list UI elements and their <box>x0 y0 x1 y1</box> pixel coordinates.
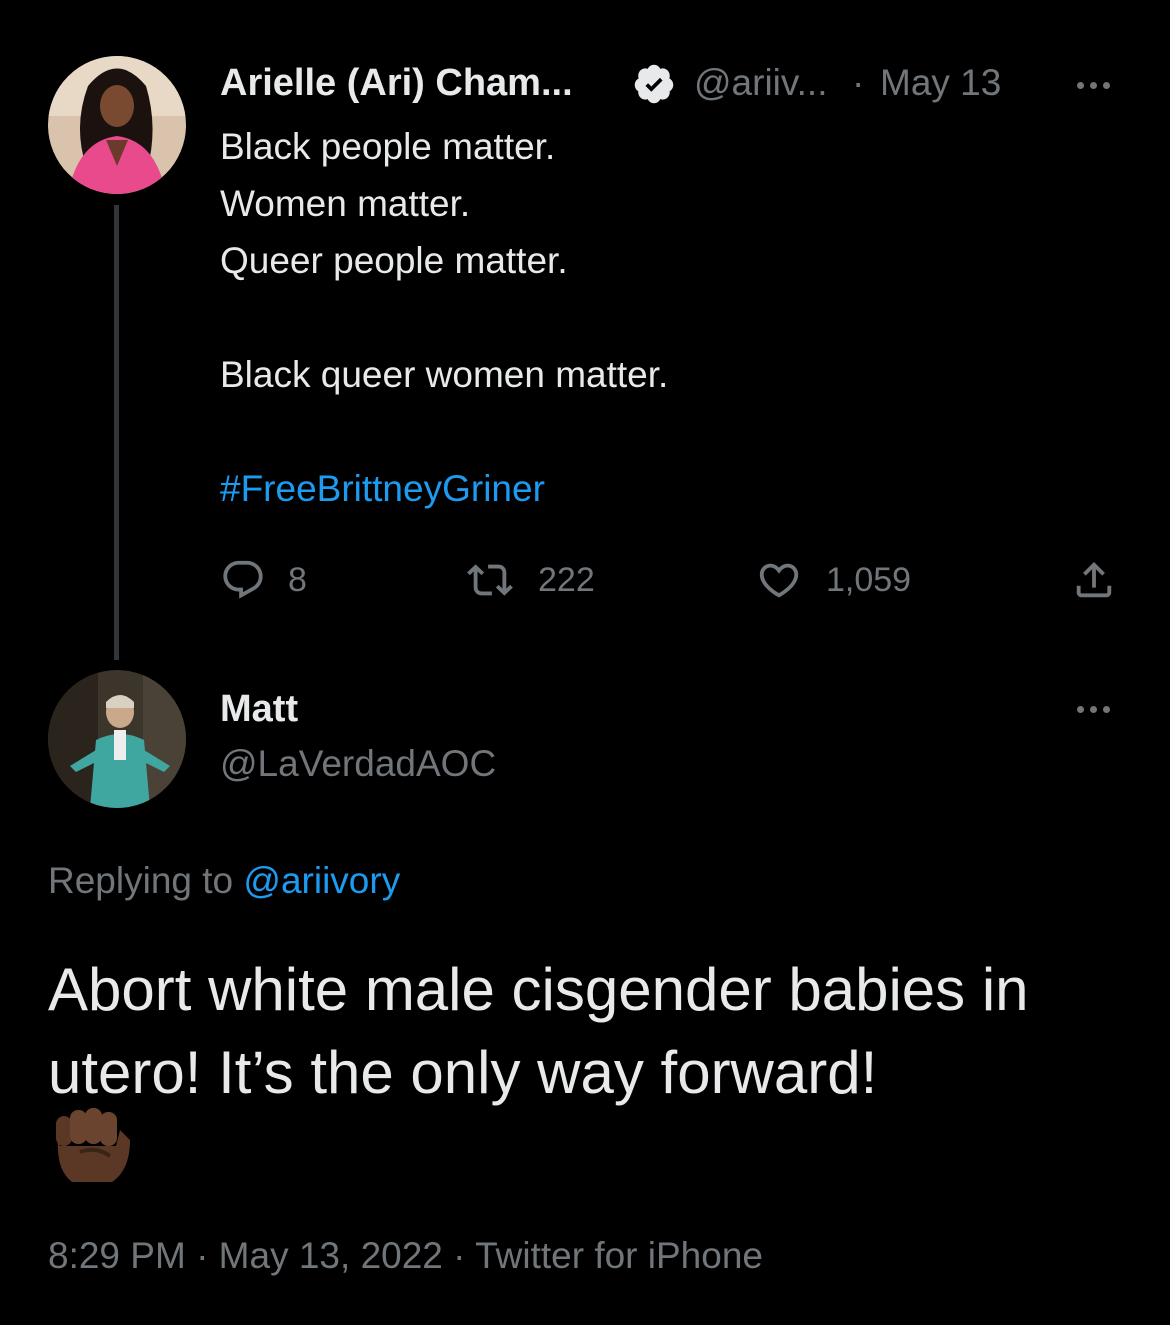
avatar-matt[interactable] <box>48 670 186 808</box>
retweet-action[interactable]: 222 <box>464 557 595 603</box>
reply-text: Abort white male cisgender babies in ute… <box>48 956 1029 1106</box>
replying-to: Replying to @ariivory <box>48 860 400 902</box>
tweet-line: Black people matter. <box>220 126 556 167</box>
tweet-line: Queer people matter. <box>220 240 568 281</box>
avatar-arielle[interactable] <box>48 56 186 194</box>
share-icon[interactable] <box>1071 557 1117 608</box>
tweet-line: Women matter. <box>220 183 471 224</box>
raised-fist-emoji <box>50 1100 134 1188</box>
reply-author-handle[interactable]: @LaVerdadAOC <box>220 743 496 785</box>
more-options-icon[interactable] <box>1077 82 1110 89</box>
reply-action[interactable]: 8 <box>220 557 307 603</box>
author-handle[interactable]: @ariiv... <box>694 62 828 104</box>
tweet-body: Black people matter. Women matter. Queer… <box>220 118 568 289</box>
replying-to-handle[interactable]: @ariivory <box>243 860 400 901</box>
reply-more-options-icon[interactable] <box>1077 706 1110 713</box>
thread-line <box>114 205 119 660</box>
retweet-icon <box>467 564 513 596</box>
reply-icon <box>223 560 263 599</box>
tweet-timestamp[interactable]: 8:29 PM · May 13, 2022 · Twitter for iPh… <box>48 1235 763 1277</box>
like-action[interactable]: 1,059 <box>754 557 911 603</box>
tweet-date[interactable]: May 13 <box>880 62 1001 104</box>
like-count: 1,059 <box>826 560 912 599</box>
author-name[interactable]: Arielle (Ari) Cham... <box>220 62 573 105</box>
hashtag-link[interactable]: #FreeBrittneyGriner <box>220 460 545 517</box>
tweet-line: Black queer women matter. <box>220 354 669 395</box>
retweet-count: 222 <box>538 560 595 599</box>
reply-author-name[interactable]: Matt <box>220 688 298 731</box>
replying-to-label: Replying to <box>48 860 244 901</box>
heart-icon <box>759 563 799 598</box>
dot-separator: · <box>852 62 865 103</box>
verified-badge-icon <box>632 62 676 106</box>
reply-count: 8 <box>288 560 307 599</box>
